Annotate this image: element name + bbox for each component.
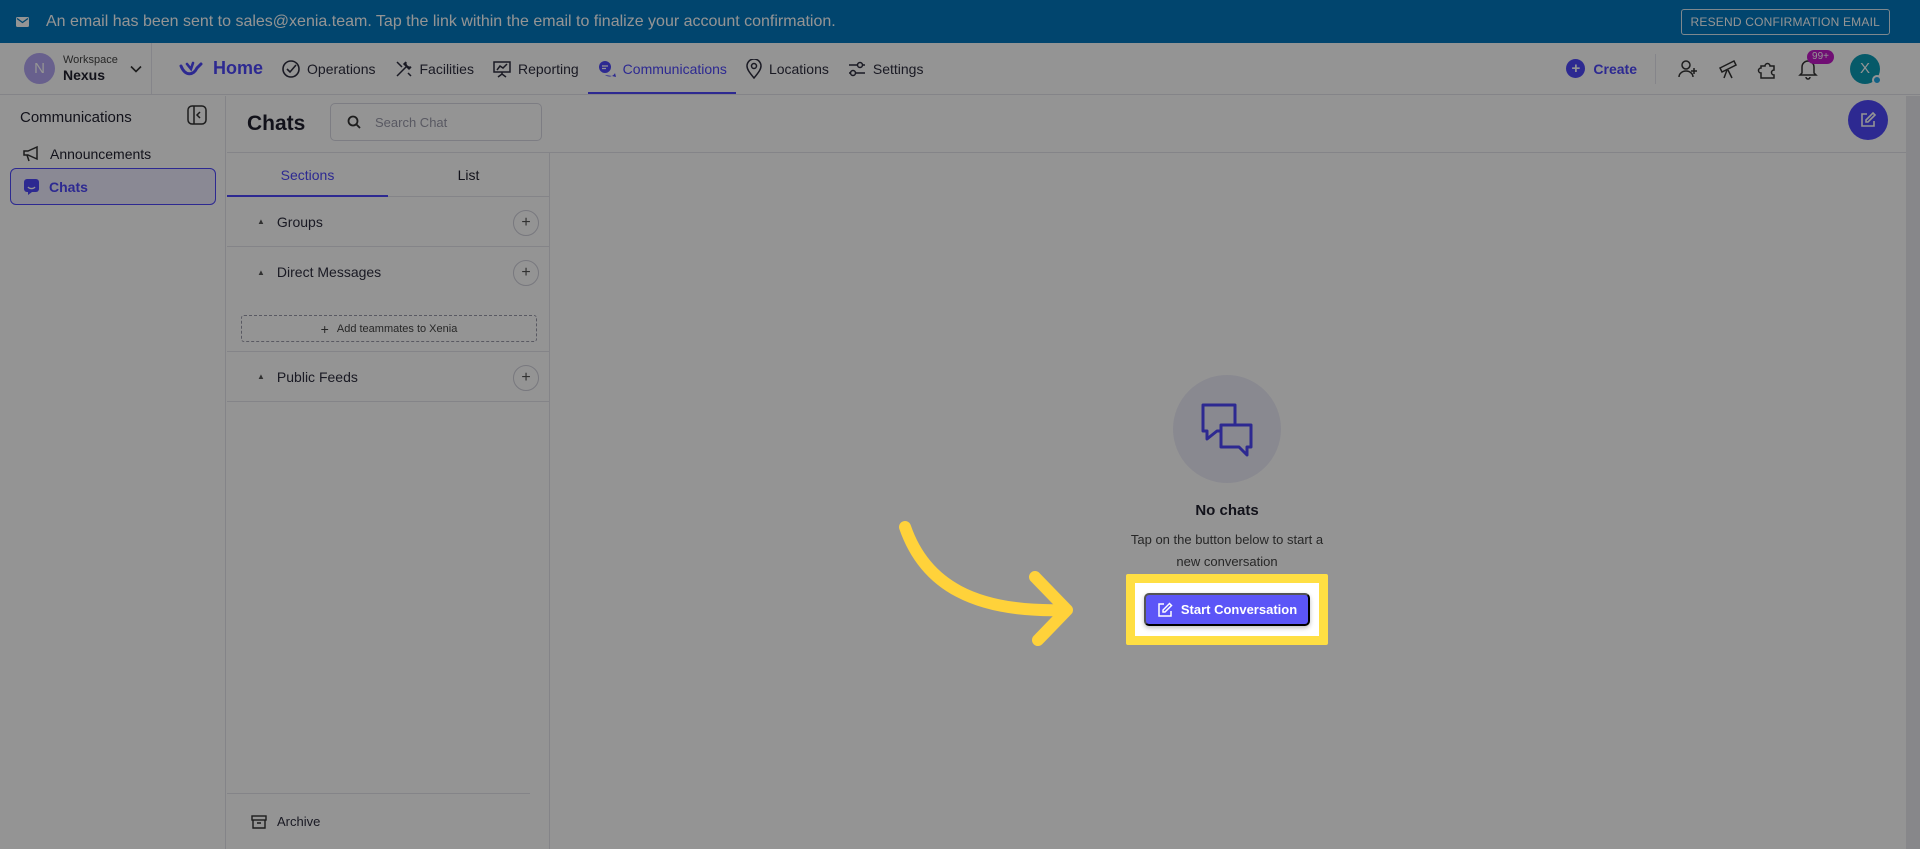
check-circle-icon [282, 59, 300, 78]
chevron-down-icon [130, 65, 142, 73]
communications-sidebar: Communications Announcements Chats [0, 96, 226, 849]
tab-list[interactable]: List [388, 153, 549, 196]
compose-icon [1861, 111, 1877, 127]
section-label: Direct Messages [276, 264, 382, 280]
tab-sections[interactable]: Sections [227, 153, 388, 197]
add-teammates-label: Add teammates to Xenia [336, 322, 458, 335]
section-direct-messages[interactable]: ▲ Direct Messages + [227, 247, 549, 297]
section-groups[interactable]: ▲ Groups + [227, 197, 549, 247]
sliders-icon [848, 61, 865, 76]
sidebar-title: Communications [20, 109, 132, 126]
collapse-sidebar-button[interactable] [187, 105, 207, 130]
nav-locations-label: Locations [768, 60, 829, 77]
banner-message: An email has been sent to sales@xenia.te… [46, 12, 836, 30]
search-placeholder: Search Chat [375, 114, 448, 130]
location-pin-icon [746, 58, 762, 79]
section-public-feeds[interactable]: ▲ Public Feeds + [227, 352, 549, 402]
section-label: Public Feeds [276, 368, 358, 385]
compose-icon [1158, 601, 1173, 617]
confirmation-banner: An email has been sent to sales@xenia.te… [0, 0, 1920, 43]
new-chat-button[interactable] [1848, 100, 1888, 140]
nav-operations[interactable]: Operations [272, 43, 384, 94]
empty-state: No chats Tap on the button below to star… [1092, 375, 1362, 573]
caret-up-icon: ▲ [257, 267, 265, 277]
nav-reporting-label: Reporting [517, 60, 579, 77]
search-icon [347, 115, 361, 129]
nav-facilities-label: Facilities [419, 60, 474, 77]
nav-settings[interactable]: Settings [838, 43, 933, 94]
chat-sections-panel: Sections List ▲ Groups + ▲ Direct Messag… [227, 153, 550, 849]
integrations-button[interactable] [1748, 49, 1788, 89]
user-avatar[interactable]: X [1850, 53, 1882, 85]
telescope-button[interactable] [1708, 49, 1748, 89]
top-navigation: N Workspace Nexus Home Operations Facili… [0, 43, 1920, 95]
section-label: Groups [276, 213, 323, 230]
notifications-button[interactable]: 99+ [1788, 49, 1834, 89]
sidebar-item-chats[interactable]: Chats [10, 168, 216, 205]
plus-circle-icon: + [1566, 59, 1586, 78]
online-status-dot [1872, 74, 1882, 85]
nav-communications[interactable]: Communications [587, 43, 737, 94]
nav-locations[interactable]: Locations [736, 43, 838, 94]
sidebar-item-label: Announcements [50, 145, 152, 162]
plus-icon: + [320, 320, 329, 337]
nav-home-label: Home [213, 58, 264, 78]
archive-button[interactable]: Archive [227, 793, 530, 849]
mail-icon [16, 16, 32, 28]
empty-state-subtitle: Tap on the button below to start a new c… [1130, 532, 1324, 569]
nav-reporting[interactable]: Reporting [483, 43, 588, 94]
workspace-name: Nexus [63, 66, 106, 83]
search-chat-input[interactable]: Search Chat [330, 103, 542, 141]
archive-label: Archive [277, 814, 321, 829]
nav-communications-label: Communications [622, 60, 727, 77]
tools-icon [395, 60, 412, 77]
chats-header: Chats Search Chat [227, 96, 1920, 153]
tutorial-arrow-icon [899, 521, 1073, 646]
scrollbar[interactable] [1906, 96, 1920, 849]
megaphone-icon [23, 145, 38, 161]
chat-icon [24, 178, 39, 195]
empty-state-title: No chats [1195, 502, 1259, 519]
empty-chat-illustration [1173, 375, 1281, 483]
sidebar-item-announcements[interactable]: Announcements [10, 135, 216, 172]
nav-home[interactable]: Home [170, 43, 272, 94]
add-direct-message-button[interactable]: + [513, 260, 539, 286]
add-user-icon [1678, 59, 1697, 77]
workspace-label: Workspace [63, 54, 118, 67]
archive-icon [251, 814, 267, 829]
user-initial: X [1859, 60, 1870, 77]
nav-facilities[interactable]: Facilities [385, 43, 483, 94]
resend-confirmation-button[interactable]: RESEND CONFIRMATION EMAIL [1680, 9, 1890, 35]
page-title: Chats [247, 112, 306, 135]
start-conversation-button[interactable]: Start Conversation [1144, 593, 1310, 626]
add-public-feed-button[interactable]: + [513, 365, 539, 391]
create-button[interactable]: + Create [1566, 53, 1656, 84]
chat-bubbles-icon [598, 60, 616, 77]
create-label: Create [1593, 60, 1637, 77]
notification-badge: 99+ [1807, 49, 1834, 64]
telescope-icon [1718, 59, 1738, 78]
sidebar-item-label: Chats [49, 178, 88, 195]
invite-user-button[interactable] [1668, 49, 1708, 89]
start-conversation-label: Start Conversation [1180, 602, 1298, 617]
collapse-panel-icon [187, 105, 207, 125]
chat-bubbles-icon [1201, 403, 1253, 457]
nav-settings-label: Settings [872, 60, 924, 77]
nav-operations-label: Operations [307, 60, 376, 77]
presentation-chart-icon [493, 60, 511, 78]
puzzle-icon [1757, 62, 1775, 79]
home-logo-icon [179, 61, 203, 75]
add-teammates-button[interactable]: + Add teammates to Xenia [241, 315, 537, 342]
caret-up-icon: ▲ [257, 372, 265, 381]
add-group-button[interactable]: + [513, 210, 539, 236]
caret-up-icon: ▲ [257, 217, 265, 226]
workspace-avatar: N [24, 53, 55, 84]
workspace-switcher[interactable]: N Workspace Nexus [0, 43, 152, 94]
